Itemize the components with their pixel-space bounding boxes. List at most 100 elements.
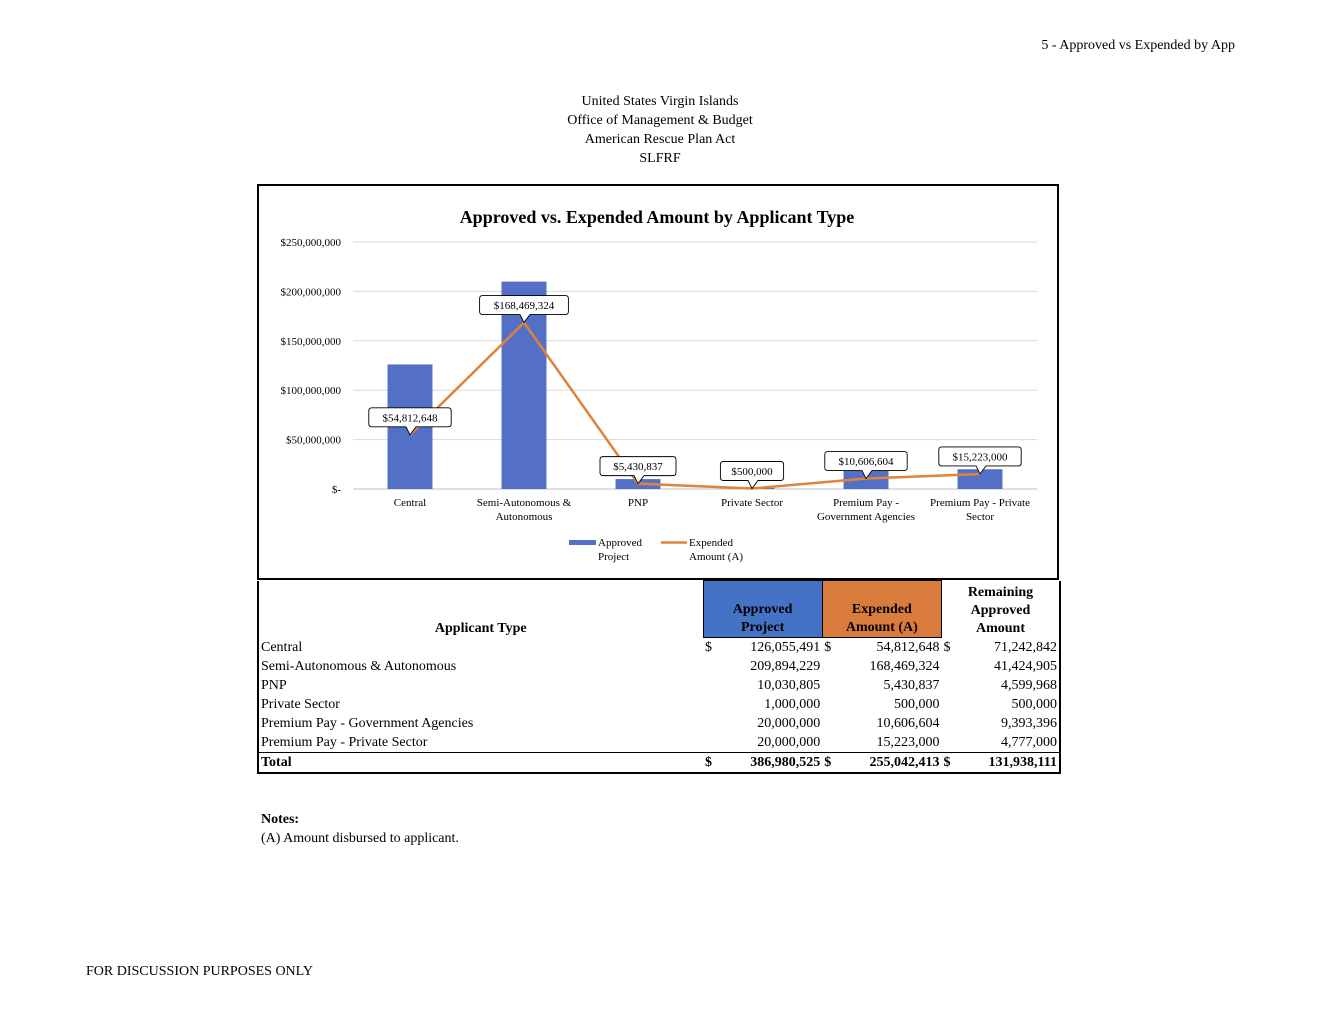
- x-tick-label: Premium Pay -: [833, 497, 899, 509]
- row-approved-dollar: $: [705, 640, 712, 655]
- row-approved-value: 209,894,229: [750, 659, 821, 674]
- table-row: Semi-Autonomous & Autonomous 209,894,229 1…: [257, 657, 1061, 676]
- row-expended-dollar: $: [824, 640, 832, 655]
- table-row: Premium Pay - Government Agencies 20,000,…: [257, 714, 1061, 733]
- row-remaining-dollar: [941, 695, 959, 714]
- notes: Notes: (A) Amount disbursed to applicant…: [261, 810, 459, 848]
- legend-swatch-approved: [569, 540, 596, 545]
- y-tick-label: $150,000,000: [281, 336, 342, 348]
- header-applicant-type: Applicant Type: [257, 580, 703, 638]
- header-approved-line-2: Project: [740, 620, 785, 635]
- row-remaining-value: 4,599,968: [959, 676, 1061, 695]
- header-remaining-line-1: Remaining: [967, 584, 1034, 600]
- data-label: $5,430,837: [613, 461, 663, 473]
- table-row: Private Sector 1,000,000 500,000 500,000: [257, 695, 1061, 714]
- row-remaining-dollar: $: [943, 639, 951, 655]
- row-expended-dollar: [822, 714, 840, 733]
- legend-label-expended: Amount (A): [689, 551, 743, 563]
- row-remaining-dollar: [941, 676, 959, 695]
- summary-table-wrap: Applicant Type Approved Project Expended…: [257, 580, 1061, 774]
- y-tick-label: $250,000,000: [281, 237, 342, 249]
- header-remaining-line-2: Approved: [970, 602, 1031, 618]
- row-expended-value: 10,606,604: [876, 716, 940, 731]
- header-line-3: American Rescue Plan Act: [584, 132, 736, 147]
- row-expended-value: 168,469,324: [869, 659, 940, 674]
- row-expended-dollar: [822, 676, 840, 695]
- row-applicant-type: Premium Pay - Government Agencies: [257, 714, 703, 733]
- data-label: $10,606,604: [839, 456, 895, 468]
- legend-label-approved: Project: [598, 551, 629, 563]
- total-label: Total: [257, 752, 703, 774]
- row-approved-value: 10,030,805: [757, 678, 821, 693]
- row-expended-dollar: [822, 657, 840, 676]
- row-expended-dollar: [822, 695, 840, 714]
- y-tick-label: $200,000,000: [281, 286, 342, 298]
- total-approved-value: 386,980,525: [721, 752, 823, 774]
- chart: Approved vs. Expended Amount by Applican…: [281, 207, 1037, 563]
- footer-disclaimer: FOR DISCUSSION PURPOSES ONLY: [86, 964, 313, 979]
- x-tick-label: Semi-Autonomous &: [477, 497, 572, 509]
- row-expended-value: 15,223,000: [876, 735, 940, 750]
- header-expended-line-1: Expended: [851, 602, 912, 617]
- row-approved-dollar: [703, 714, 721, 733]
- row-approved-value: 20,000,000: [757, 735, 821, 750]
- x-tick-label: Premium Pay - Private: [930, 497, 1030, 509]
- row-applicant-type: Premium Pay - Private Sector: [257, 733, 703, 753]
- row-applicant-type: PNP: [257, 676, 703, 695]
- table-body: Central $126,055,491 $54,812,648 $71,242,84…: [257, 637, 1061, 774]
- row-remaining-value: 71,242,842: [959, 637, 1061, 657]
- header-expended-amount: Expended Amount (A): [821, 580, 942, 638]
- row-expended-dollar: [822, 733, 840, 753]
- y-tick-label: $50,000,000: [286, 435, 342, 447]
- header-remaining-line-3: Amount: [975, 620, 1025, 636]
- row-remaining-value: 500,000: [959, 695, 1061, 714]
- row-remaining-value: 9,393,396: [959, 714, 1061, 733]
- y-tick-label: $100,000,000: [281, 385, 342, 397]
- row-applicant-type: Private Sector: [257, 695, 703, 714]
- table-total-row: Total $386,980,525 $255,042,413 $131,938,11…: [257, 752, 1061, 774]
- row-approved-value: 1,000,000: [764, 697, 821, 712]
- total-remaining-value: 131,938,111: [959, 752, 1061, 774]
- row-remaining-value: 4,777,000: [959, 733, 1061, 753]
- row-remaining-value: 41,424,905: [959, 657, 1061, 676]
- x-tick-label: Private Sector: [721, 497, 783, 509]
- table-row: PNP 10,030,805 5,430,837 4,599,968: [257, 676, 1061, 695]
- total-expended-dollar: $: [822, 752, 841, 774]
- x-tick-label: Sector: [966, 511, 994, 523]
- legend-label-approved: Approved: [598, 537, 642, 549]
- header-expended-line-2: Amount (A): [845, 620, 918, 635]
- table-header-row: Applicant Type Approved Project Expended…: [257, 580, 1061, 638]
- header-approved-project: Approved Project: [702, 580, 823, 638]
- row-expended-value: 500,000: [893, 697, 940, 712]
- total-approved-dollar: $: [703, 752, 721, 774]
- report-header: United States Virgin Islands Office of M…: [0, 92, 1320, 168]
- data-label: $500,000: [731, 466, 773, 478]
- header-line-4: SLFRF: [639, 151, 681, 166]
- page-label: 5 - Approved vs Expended by App: [1041, 38, 1235, 53]
- chart-frame: Approved vs. Expended Amount by Applican…: [257, 184, 1059, 580]
- row-approved-dollar: [703, 657, 721, 676]
- total-expended-value: 255,042,413: [840, 752, 942, 774]
- notes-line-1: (A) Amount disbursed to applicant.: [261, 831, 459, 846]
- row-remaining-dollar: [941, 733, 959, 753]
- header-approved-line-1: Approved: [732, 602, 793, 617]
- header-remaining-amount: Remaining Approved Amount: [941, 580, 1061, 638]
- data-label: $54,812,648: [383, 412, 439, 424]
- row-expended-value: 5,430,837: [883, 678, 940, 693]
- data-label: $168,469,324: [494, 300, 555, 312]
- row-approved-dollar: [703, 695, 721, 714]
- row-applicant-type: Semi-Autonomous & Autonomous: [257, 657, 703, 676]
- summary-table: Applicant Type Approved Project Expended…: [257, 580, 1061, 774]
- notes-title: Notes:: [261, 812, 300, 827]
- row-approved-dollar: [703, 733, 721, 753]
- chart-title: Approved vs. Expended Amount by Applican…: [460, 207, 855, 227]
- row-applicant-type: Central: [257, 637, 703, 657]
- row-approved-value: 126,055,491: [750, 640, 821, 655]
- x-tick-label: Autonomous: [496, 511, 553, 523]
- row-approved-dollar: [703, 676, 721, 695]
- row-expended-value: 54,812,648: [876, 640, 940, 655]
- x-tick-label: PNP: [628, 497, 648, 509]
- total-remaining-dollar: $: [941, 752, 960, 774]
- x-tick-label: Central: [394, 497, 426, 509]
- header-line-2: Office of Management & Budget: [567, 113, 753, 128]
